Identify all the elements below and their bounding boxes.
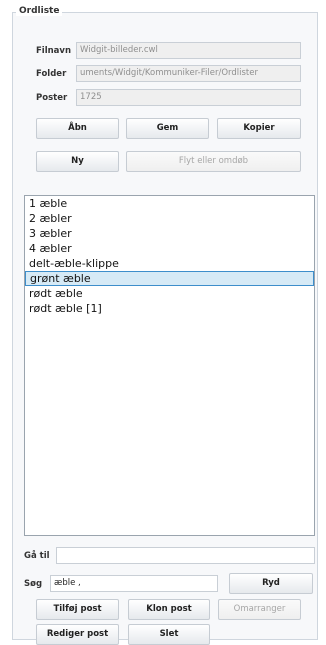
filnavn-label: Filnavn: [36, 46, 72, 56]
gem-button[interactable]: Gem: [126, 118, 209, 139]
kopier-button[interactable]: Kopier: [217, 118, 301, 139]
list-item[interactable]: 3 æbler: [25, 226, 314, 241]
list-item[interactable]: rødt æble: [25, 286, 314, 301]
poster-field: 1725: [76, 89, 301, 106]
list-item-selected[interactable]: grønt æble: [25, 271, 314, 286]
search-input[interactable]: æble ,: [50, 575, 218, 592]
slet-button[interactable]: Slet: [128, 624, 210, 645]
entry-list[interactable]: 1 æble 2 æbler 3 æbler 4 æbler delt-æble…: [24, 195, 315, 536]
list-item[interactable]: 4 æbler: [25, 241, 314, 256]
klon-post-button[interactable]: Klon post: [128, 599, 210, 620]
list-item[interactable]: delt-æble-klippe: [25, 256, 314, 271]
folder-label: Folder: [36, 69, 67, 79]
flyt-button[interactable]: Flyt eller omdøb: [126, 151, 301, 172]
filnavn-field: Widgit-billeder.cwl: [76, 42, 301, 59]
poster-label: Poster: [36, 93, 68, 103]
panel-title: Ordliste: [16, 6, 63, 16]
list-item[interactable]: rødt æble [1]: [25, 301, 314, 316]
ryd-button[interactable]: Ryd: [229, 573, 313, 594]
goto-label: Gå til: [24, 551, 50, 561]
list-item[interactable]: 2 æbler: [25, 211, 314, 226]
omarranger-button[interactable]: Omarranger: [218, 599, 301, 620]
rediger-post-button[interactable]: Rediger post: [36, 624, 119, 645]
list-item[interactable]: 1 æble: [25, 196, 314, 211]
ny-button[interactable]: Ny: [36, 151, 119, 172]
aabn-button[interactable]: Åbn: [36, 118, 119, 139]
tilfoej-post-button[interactable]: Tilføj post: [36, 599, 119, 620]
folder-field: uments/Widgit/Kommuniker-Filer/Ordlister: [76, 65, 301, 82]
goto-input[interactable]: [56, 547, 315, 564]
search-label: Søg: [24, 579, 43, 589]
